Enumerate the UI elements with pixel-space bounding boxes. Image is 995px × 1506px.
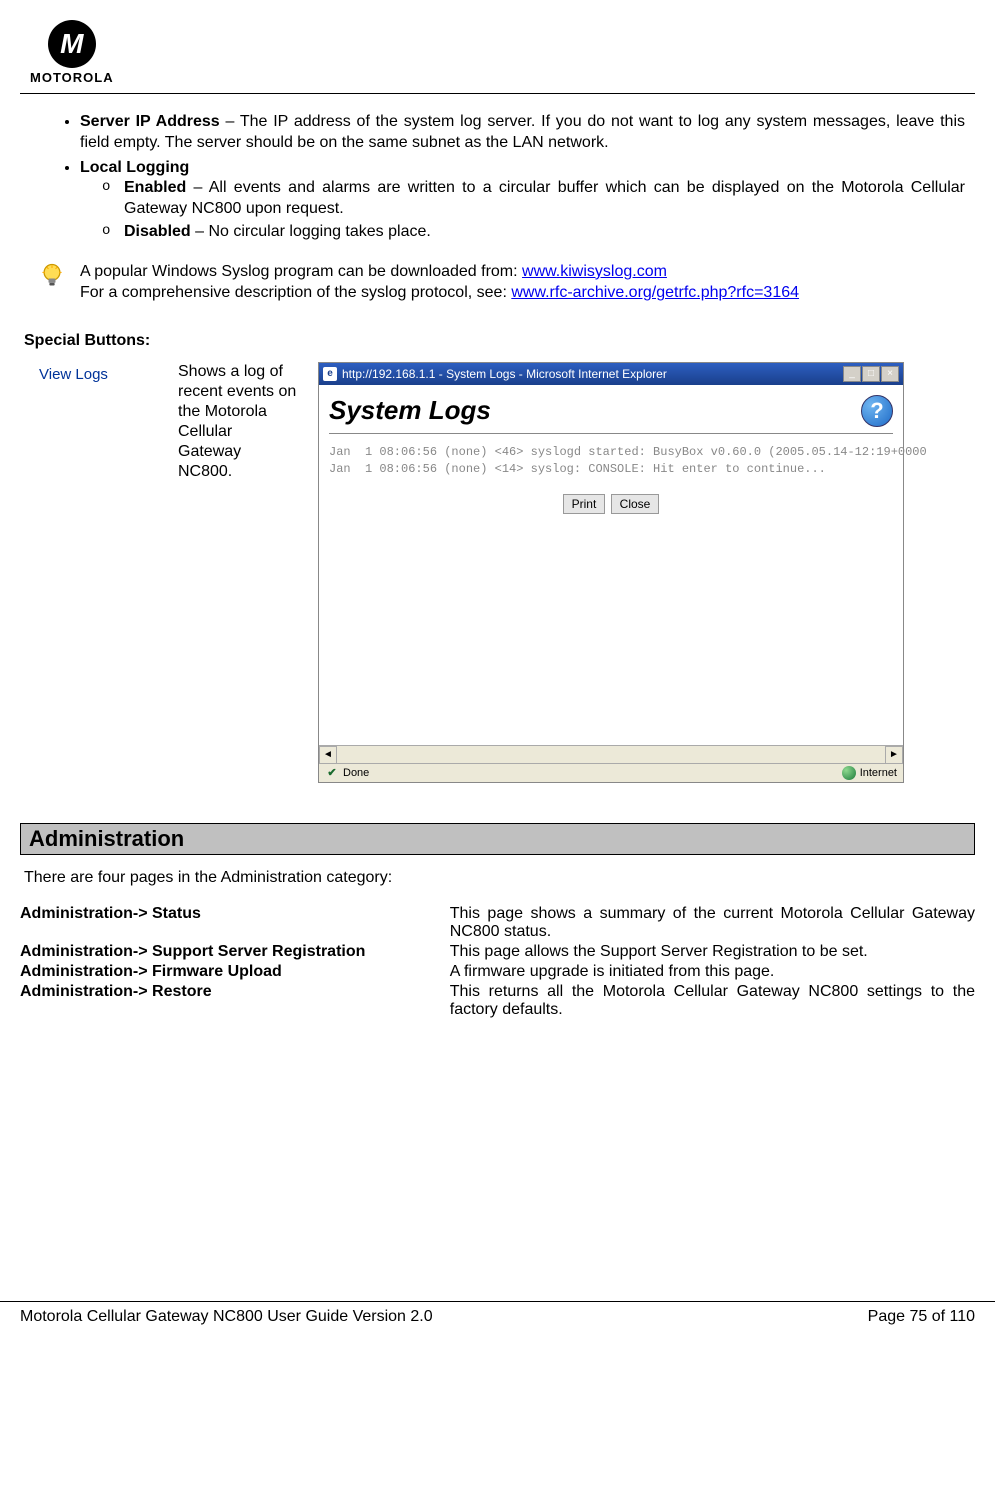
header-divider [20, 93, 975, 94]
view-logs-description: Shows a log of recent events on the Moto… [178, 362, 298, 482]
syslog-buttons: Print Close [329, 494, 893, 514]
admin-row-desc: A firmware upgrade is initiated from thi… [450, 963, 975, 983]
table-row: Administration-> Status This page shows … [20, 905, 975, 943]
bullet-server-ip: Server IP Address – The IP address of th… [80, 112, 965, 154]
table-row: Administration-> Firmware Upload A firmw… [20, 963, 975, 983]
server-ip-label: Server IP Address [80, 113, 220, 130]
syslog-title: System Logs [329, 395, 491, 426]
minimize-button[interactable]: _ [843, 366, 861, 382]
print-button[interactable]: Print [563, 494, 606, 514]
tip-line1-pre: A popular Windows Syslog program can be … [80, 263, 522, 280]
brand-logo: M MOTOROLA [30, 20, 114, 85]
administration-table: Administration-> Status This page shows … [20, 905, 975, 1021]
bullet-list: Server IP Address – The IP address of th… [80, 112, 965, 243]
logo-text: MOTOROLA [30, 70, 114, 85]
status-left: ✔ Done [325, 766, 369, 780]
logo-mark: M [48, 20, 96, 68]
rfc-link[interactable]: www.rfc-archive.org/getrfc.php?rfc=3164 [511, 284, 799, 301]
admin-row-desc: This page shows a summary of the current… [450, 905, 975, 943]
titlebar-left: e http://192.168.1.1 - System Logs - Mic… [323, 367, 667, 381]
administration-heading: Administration [20, 823, 975, 855]
scroll-left-icon[interactable]: ◄ [319, 746, 337, 764]
admin-row-desc: This returns all the Motorola Cellular G… [450, 983, 975, 1021]
tip-text: A popular Windows Syslog program can be … [80, 261, 799, 304]
local-logging-label: Local Logging [80, 159, 189, 176]
footer-page: Page 75 of 110 [868, 1308, 975, 1326]
syslog-line-2: Jan 1 08:06:56 (none) <14> syslog: CONSO… [329, 461, 893, 478]
ie-icon: e [323, 367, 337, 381]
enabled-text: – All events and alarms are written to a… [124, 179, 965, 217]
maximize-button[interactable]: □ [862, 366, 880, 382]
horizontal-scrollbar[interactable]: ◄ ► [319, 745, 903, 763]
page-footer: Motorola Cellular Gateway NC800 User Gui… [0, 1301, 995, 1346]
status-done: Done [343, 767, 369, 779]
lightbulb-icon [38, 261, 66, 289]
titlebar-buttons: _ □ × [843, 366, 899, 382]
sub-disabled: Disabled – No circular logging takes pla… [102, 222, 965, 243]
disabled-label: Disabled [124, 223, 191, 240]
done-icon: ✔ [325, 766, 339, 780]
local-logging-sublist: Enabled – All events and alarms are writ… [102, 178, 965, 242]
globe-icon [842, 766, 856, 780]
admin-row-label: Administration-> Status [20, 905, 450, 943]
admin-row-label: Administration-> Firmware Upload [20, 963, 450, 983]
table-row: Administration-> Support Server Registra… [20, 943, 975, 963]
close-button[interactable]: × [881, 366, 899, 382]
status-zone: Internet [860, 767, 897, 779]
syslog-header: System Logs ? [329, 395, 893, 427]
view-logs-button[interactable]: View Logs [28, 362, 158, 388]
enabled-label: Enabled [124, 179, 186, 196]
admin-row-label: Administration-> Support Server Registra… [20, 943, 450, 963]
titlebar-text: http://192.168.1.1 - System Logs - Micro… [342, 367, 667, 381]
help-icon[interactable]: ? [861, 395, 893, 427]
scroll-right-icon[interactable]: ► [885, 746, 903, 764]
tip-line2-pre: For a comprehensive description of the s… [80, 284, 511, 301]
bullet-local-logging: Local Logging Enabled – All events and a… [80, 158, 965, 243]
page-header: M MOTOROLA [20, 20, 975, 85]
syslog-divider [329, 433, 893, 434]
admin-row-label: Administration-> Restore [20, 983, 450, 1021]
footer-title: Motorola Cellular Gateway NC800 User Gui… [20, 1308, 433, 1326]
table-row: Administration-> Restore This returns al… [20, 983, 975, 1021]
browser-body: System Logs ? Jan 1 08:06:56 (none) <46>… [319, 385, 903, 745]
browser-window: e http://192.168.1.1 - System Logs - Mic… [318, 362, 904, 783]
special-buttons-heading: Special Buttons: [24, 332, 975, 350]
tip-row: A popular Windows Syslog program can be … [38, 261, 975, 304]
admin-row-desc: This page allows the Support Server Regi… [450, 943, 975, 963]
kiwisyslog-link[interactable]: www.kiwisyslog.com [522, 263, 667, 280]
status-right: Internet [842, 766, 897, 780]
disabled-text: – No circular logging takes place. [191, 223, 431, 240]
browser-titlebar: e http://192.168.1.1 - System Logs - Mic… [319, 363, 903, 385]
close-syslog-button[interactable]: Close [611, 494, 660, 514]
administration-intro: There are four pages in the Administrati… [24, 869, 975, 887]
special-row: View Logs Shows a log of recent events o… [28, 362, 975, 783]
sub-enabled: Enabled – All events and alarms are writ… [102, 178, 965, 220]
browser-statusbar: ✔ Done Internet [319, 763, 903, 782]
syslog-line-1: Jan 1 08:06:56 (none) <46> syslogd start… [329, 444, 893, 461]
